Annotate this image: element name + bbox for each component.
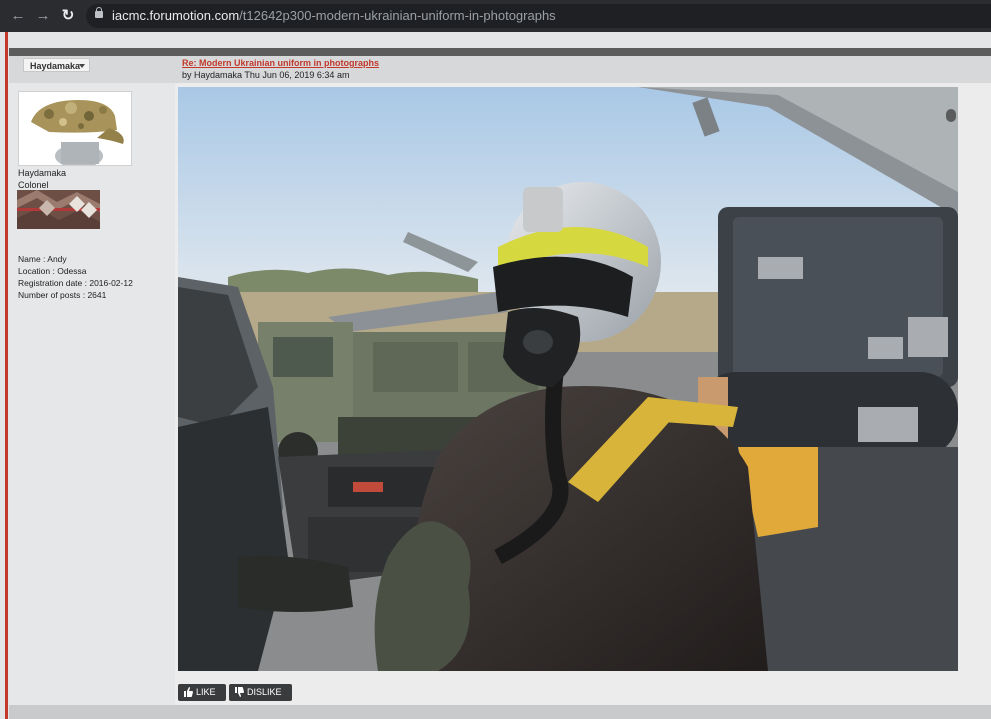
post-title-link[interactable]: Re: Modern Ukrainian uniform in photogra… — [182, 58, 379, 68]
url-host: iacmc.forumotion.com — [112, 8, 240, 23]
address-bar[interactable]: iacmc.forumotion.com/t12642p300-modern-u… — [86, 4, 991, 28]
reload-icon[interactable]: ↻ — [58, 6, 78, 26]
url-path: /t12642p300-modern-ukrainian-uniform-in-… — [239, 8, 556, 23]
rank-insignia-image — [17, 190, 100, 229]
lock-icon[interactable] — [95, 7, 103, 18]
forward-arrow-icon[interactable]: → — [33, 6, 53, 26]
author-name[interactable]: Haydamaka — [18, 168, 66, 178]
profile-registration-date: Registration date : 2016-02-12 — [18, 278, 133, 288]
url-text[interactable]: iacmc.forumotion.com/t12642p300-modern-u… — [112, 8, 556, 24]
post-top-bar — [9, 48, 991, 56]
author-rank: Colonel — [18, 180, 49, 190]
like-button[interactable]: LIKE — [178, 684, 226, 701]
chevron-down-icon — [79, 64, 85, 68]
post-header — [9, 56, 991, 83]
browser-toolbar: ← → ↻ iacmc.forumotion.com/t12642p300-mo… — [0, 0, 991, 32]
author-profile: Name : Andy Location : Odessa Registrati… — [18, 253, 133, 301]
post-footer — [9, 705, 991, 719]
thumbs-down-icon — [235, 687, 244, 697]
profile-name: Name : Andy — [18, 254, 67, 264]
post-meta: by Haydamaka Thu Jun 06, 2019 6:34 am — [182, 70, 350, 80]
back-arrow-icon[interactable]: ← — [8, 6, 28, 26]
scroll-handle[interactable] — [946, 109, 956, 122]
dislike-button[interactable]: DISLIKE — [229, 684, 292, 701]
username-dropdown-label: Haydamaka — [30, 61, 81, 71]
profile-location: Location : Odessa — [18, 266, 87, 276]
like-label: LIKE — [196, 687, 216, 697]
left-accent-line — [5, 32, 8, 719]
avatar[interactable] — [18, 91, 132, 166]
post-image[interactable] — [178, 87, 958, 671]
profile-post-count: Number of posts : 2641 — [18, 290, 107, 300]
username-dropdown[interactable]: Haydamaka — [23, 58, 90, 72]
dislike-label: DISLIKE — [247, 687, 282, 697]
thumbs-up-icon — [184, 687, 193, 697]
